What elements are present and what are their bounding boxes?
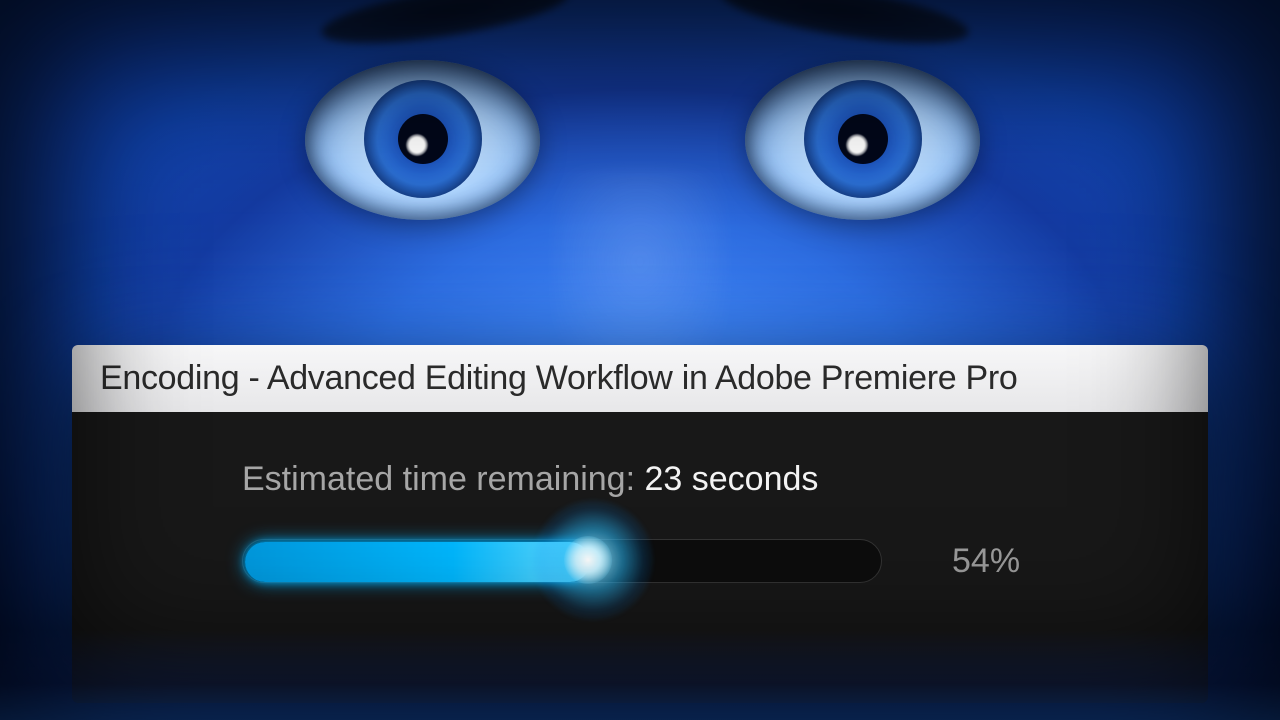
dialog-titlebar[interactable]: Encoding - Advanced Editing Workflow in …	[72, 345, 1208, 412]
eta-value: 23 seconds	[645, 460, 819, 498]
iris-right	[804, 80, 922, 198]
progress-fill	[245, 542, 590, 582]
catchlight-left	[406, 134, 428, 156]
eye-left	[305, 60, 540, 220]
eta-label: Estimated time remaining:	[242, 460, 645, 498]
encoding-dialog: Encoding - Advanced Editing Workflow in …	[72, 345, 1208, 703]
catchlight-right	[846, 134, 868, 156]
progress-percent-text: 54%	[952, 542, 1020, 581]
eta-row: Estimated time remaining: 23 seconds	[242, 460, 1158, 499]
dialog-body: Estimated time remaining: 23 seconds 54%	[72, 412, 1208, 703]
progress-bar	[242, 539, 882, 583]
eye-right	[745, 60, 980, 220]
progress-row: 54%	[242, 539, 1158, 583]
iris-left	[364, 80, 482, 198]
